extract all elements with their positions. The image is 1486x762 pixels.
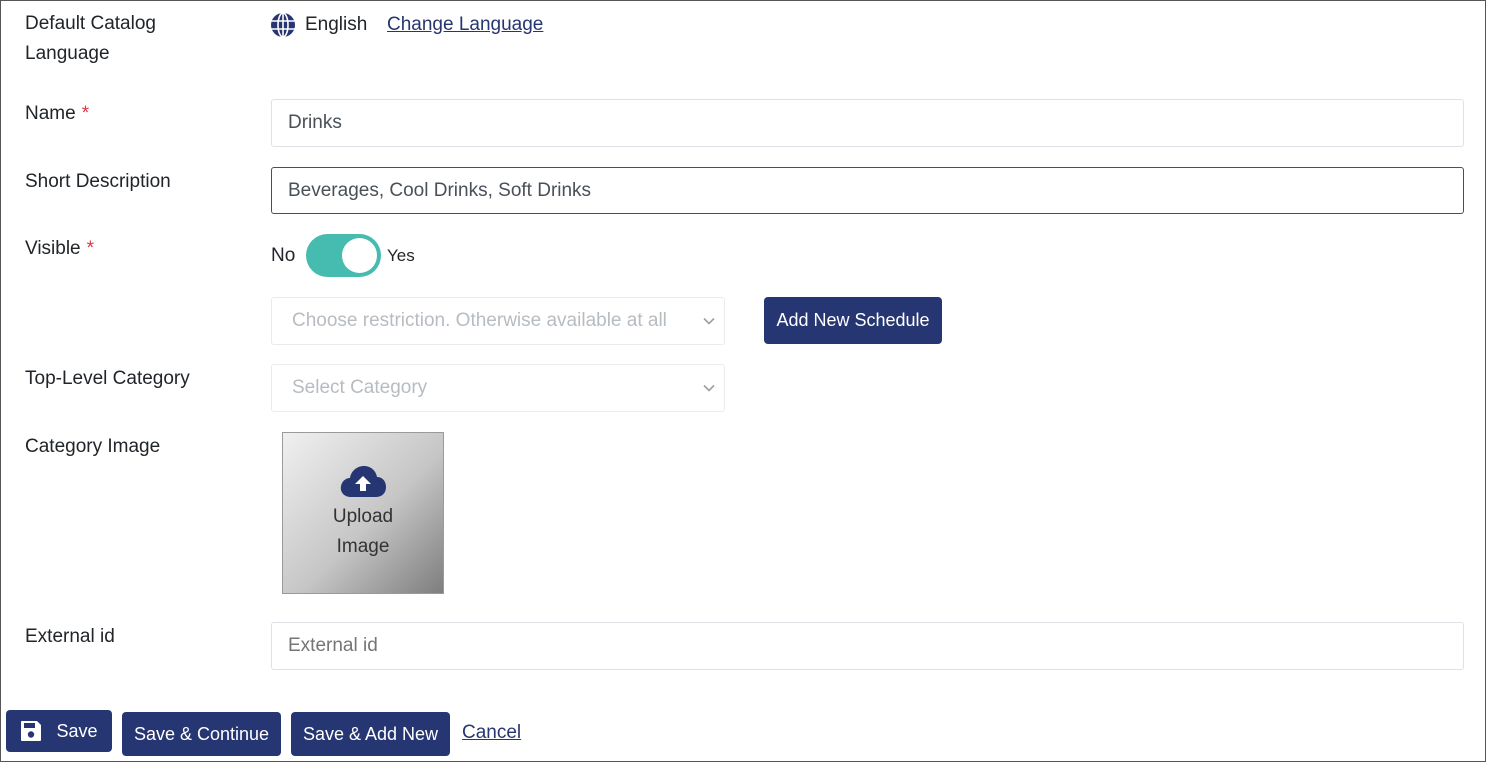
name-required-mark: * <box>81 103 90 124</box>
category-image-label: Category Image <box>25 436 161 457</box>
visible-required-mark: * <box>86 238 95 259</box>
language-label-line1: Default Catalog <box>25 13 156 34</box>
short-description-input[interactable]: Beverages, Cool Drinks, Soft Drinks <box>271 167 1464 214</box>
top-level-category-label: Top-Level Category <box>25 368 190 389</box>
add-new-schedule-button[interactable]: Add New Schedule <box>764 297 942 344</box>
save-continue-button[interactable]: Save & Continue <box>122 712 281 756</box>
external-id-input[interactable] <box>271 622 1464 670</box>
visible-on-label: Yes <box>387 246 415 265</box>
category-select[interactable]: Select Category <box>271 364 725 412</box>
upload-text-line1: Upload <box>332 506 394 527</box>
name-label-text: Name <box>25 103 76 124</box>
upload-image-dropzone[interactable]: Upload Image <box>282 432 444 594</box>
visible-toggle[interactable] <box>306 234 381 277</box>
upload-text-line2: Image <box>336 536 390 557</box>
change-language-link[interactable]: Change Language <box>387 11 543 39</box>
external-id-label: External id <box>25 626 115 647</box>
restriction-select[interactable]: Choose restriction. Otherwise available … <box>271 297 725 345</box>
short-description-label: Short Description <box>25 171 171 192</box>
category-select-text: Select Category <box>292 377 428 398</box>
save-button[interactable]: Save <box>6 710 112 752</box>
chevron-down-icon <box>702 365 716 411</box>
language-label: Default Catalog Language <box>25 9 156 69</box>
chevron-down-icon <box>702 298 716 344</box>
cloud-upload-icon <box>339 464 387 500</box>
visible-label-text: Visible <box>25 238 81 259</box>
visible-off-label: No <box>271 245 296 266</box>
globe-icon <box>270 12 296 38</box>
restriction-select-text: Choose restriction. Otherwise available … <box>292 310 667 331</box>
save-button-label: Save <box>56 720 98 741</box>
floppy-disk-icon <box>20 720 42 742</box>
visible-label: Visible * <box>25 234 94 264</box>
language-value: English <box>305 14 368 35</box>
name-label: Name * <box>25 99 89 129</box>
save-add-new-button[interactable]: Save & Add New <box>291 712 450 756</box>
upload-image-text: Upload Image <box>333 502 393 562</box>
cancel-link[interactable]: Cancel <box>462 719 521 747</box>
name-input[interactable]: Drinks <box>271 99 1464 147</box>
toggle-knob <box>342 238 377 273</box>
language-label-line2: Language <box>25 43 110 64</box>
